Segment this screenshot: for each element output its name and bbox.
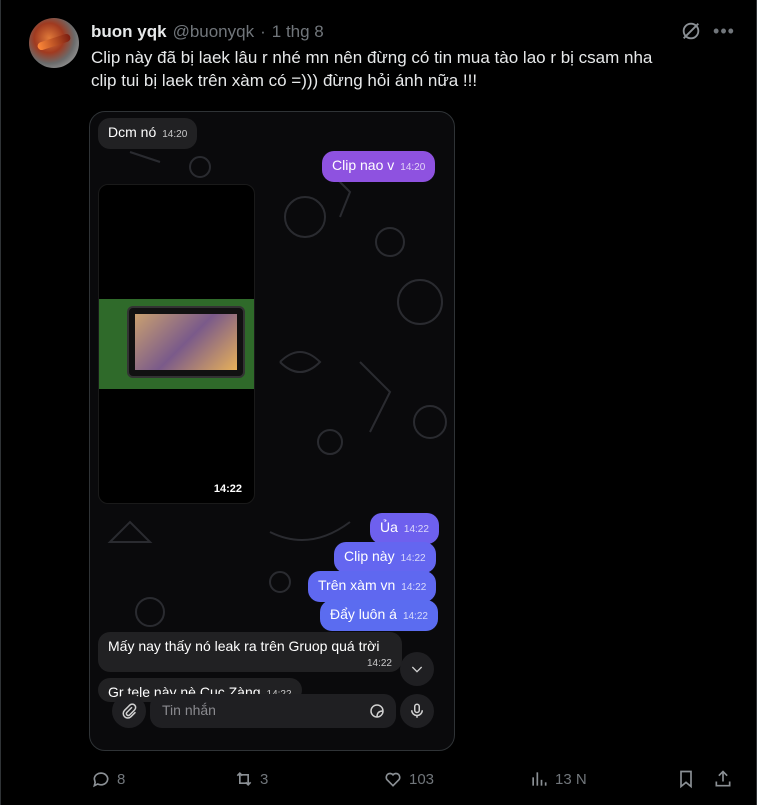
display-name[interactable]: buon yqk <box>91 22 167 42</box>
attached-image[interactable]: Dcm nó 14:20 Clip nao v 14:20 14:22 Ủa 14:2… <box>89 111 455 751</box>
reply-button[interactable]: 8 <box>91 765 125 793</box>
post-header: buon yqk @buonyqk · 1 thg 8 <box>91 20 324 44</box>
video-message[interactable]: 14:22 <box>98 184 255 504</box>
message-text: Clip nao v <box>332 157 395 173</box>
views-count: 13 N <box>555 770 587 788</box>
message-time: 14:22 <box>403 524 429 535</box>
repost-button[interactable]: 3 <box>234 765 268 793</box>
tweet-text-line: clip tui bị laek trên xàm có =))) đừng h… <box>91 71 478 90</box>
reply-count: 8 <box>117 770 126 788</box>
message-time: 14:22 <box>400 553 426 564</box>
handle[interactable]: @buonyqk <box>173 22 255 42</box>
bookmark-icon <box>680 770 692 789</box>
message-text: Clip này <box>344 548 395 564</box>
repost-icon <box>236 771 252 787</box>
phone-screen <box>135 314 237 370</box>
tweet-text: Clip này đã bị laek lâu r nhé mn nên đừn… <box>91 46 731 92</box>
action-bar: 8 3 103 13 N <box>1 765 757 793</box>
share-icon <box>715 770 731 787</box>
message-incoming: Dcm nó 14:20 <box>98 118 198 149</box>
message-input[interactable]: Tin nhắn <box>150 694 396 728</box>
more-icon[interactable]: ••• <box>713 20 735 42</box>
sticker-icon[interactable] <box>368 702 386 720</box>
post-date[interactable]: 1 thg 8 <box>272 22 324 42</box>
message-text: Đẩy luôn á <box>330 606 397 622</box>
like-button[interactable]: 103 <box>383 765 434 793</box>
analytics-icon <box>532 772 547 786</box>
message-outgoing: Trên xàm vn 14:22 <box>308 571 437 602</box>
views-button[interactable]: 13 N <box>529 765 587 793</box>
message-text: Dcm nó <box>108 124 157 140</box>
video-time: 14:22 <box>213 483 242 495</box>
message-incoming: Mấy nay thấy nó leak ra trên Gruop quá t… <box>98 632 402 672</box>
message-time: 14:20 <box>400 162 426 173</box>
message-text: Trên xàm vn <box>318 577 396 593</box>
grok-icon[interactable] <box>680 20 702 42</box>
microphone-icon <box>411 703 423 718</box>
repost-count: 3 <box>260 770 269 788</box>
voice-button[interactable] <box>400 694 434 728</box>
like-count: 103 <box>409 770 435 788</box>
message-outgoing: Clip này 14:22 <box>334 542 436 573</box>
message-text: Mấy nay thấy nó leak ra trên Gruop quá t… <box>108 638 380 654</box>
chevron-down-icon <box>411 666 423 673</box>
phone-in-video <box>127 306 245 378</box>
share-button[interactable] <box>713 765 733 793</box>
post-container: buon yqk @buonyqk · 1 thg 8 ••• Clip này… <box>0 0 757 805</box>
message-input-placeholder: Tin nhắn <box>162 702 216 718</box>
message-time: 14:22 <box>401 582 427 593</box>
message-outgoing: Clip nao v 14:20 <box>322 151 436 182</box>
message-text: Ủa <box>380 519 398 535</box>
message-outgoing: Ủa 14:22 <box>370 513 439 544</box>
scroll-down-button[interactable] <box>400 652 434 686</box>
message-time: 14:22 <box>402 611 428 622</box>
message-outgoing: Đẩy luôn á 14:22 <box>320 600 438 631</box>
avatar[interactable] <box>29 18 79 68</box>
reply-icon <box>93 772 109 788</box>
attach-button[interactable] <box>112 694 146 728</box>
heart-icon <box>385 772 401 787</box>
bookmark-button[interactable] <box>676 765 696 793</box>
separator-dot: · <box>260 22 266 41</box>
message-time: 14:22 <box>366 658 392 669</box>
tweet-text-line: Clip này đã bị laek lâu r nhé mn nên đừn… <box>91 48 653 67</box>
video-thumbnail <box>99 299 254 389</box>
message-time: 14:20 <box>162 129 188 140</box>
paperclip-icon <box>122 703 137 719</box>
